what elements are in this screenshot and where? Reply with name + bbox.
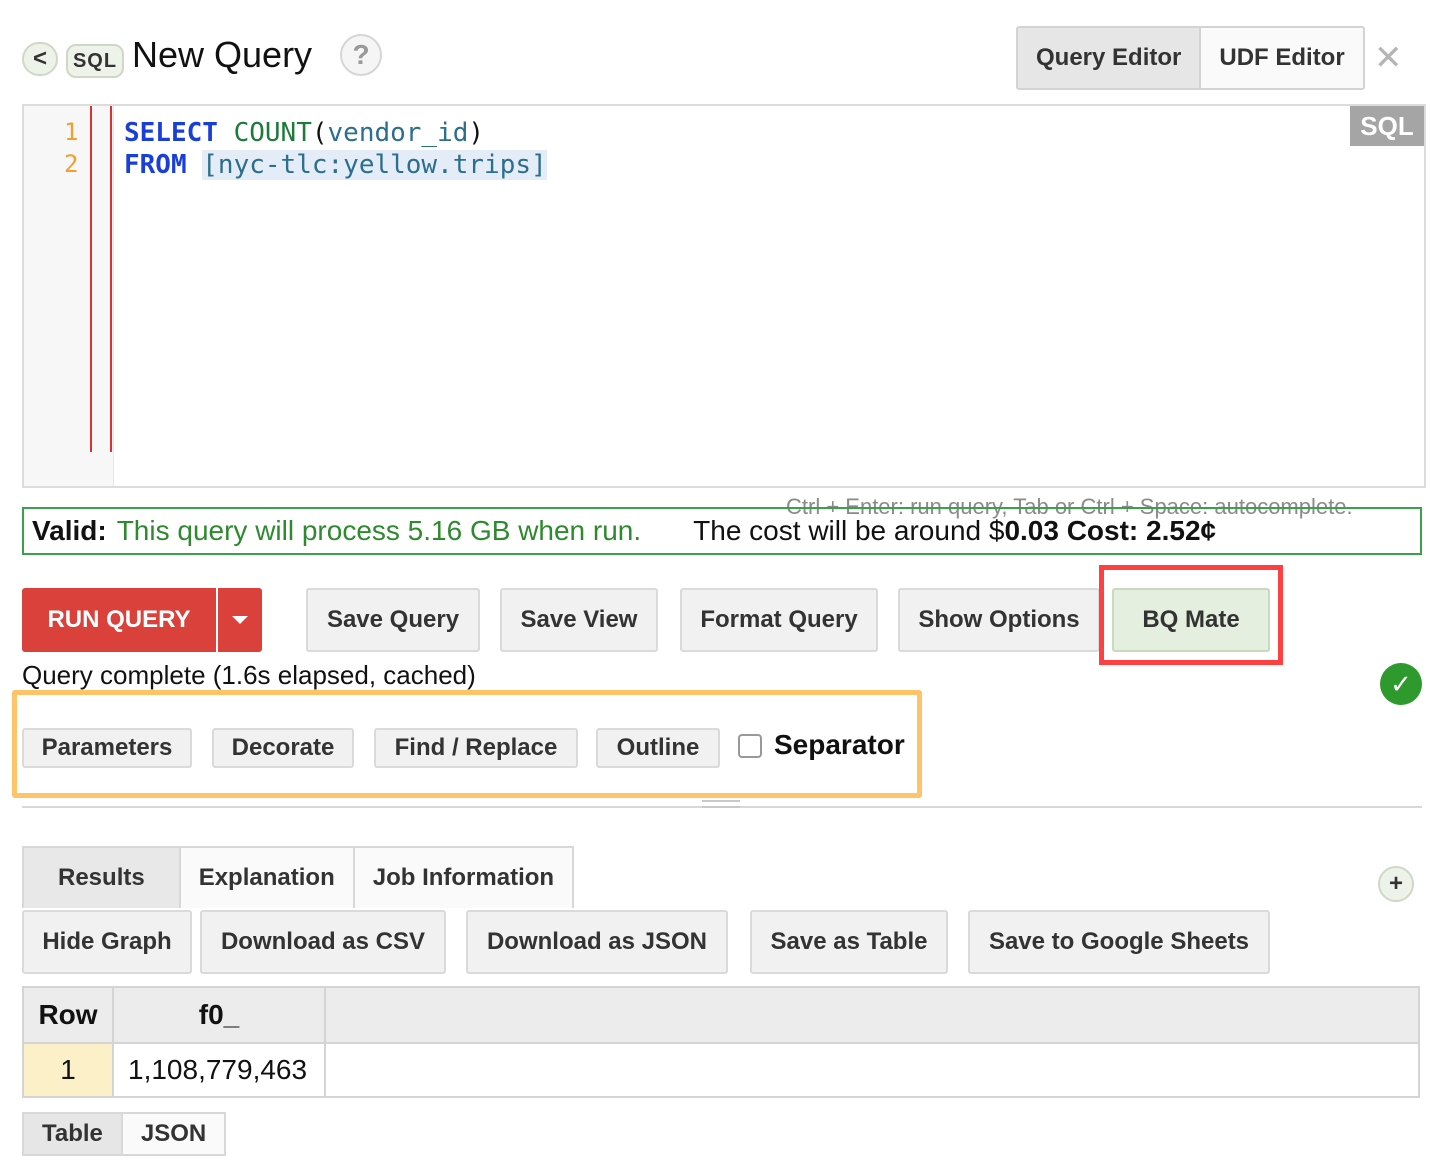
sql-badge: SQL xyxy=(66,44,124,78)
close-icon[interactable]: ✕ xyxy=(1374,38,1403,78)
download-json-button[interactable]: Download as JSON xyxy=(466,910,728,974)
column-header-f0: f0_ xyxy=(112,986,326,1044)
valid-label: Valid: xyxy=(32,515,107,546)
valid-message: This query will process 5.16 GB when run… xyxy=(116,515,642,546)
page-title: New Query xyxy=(132,34,313,75)
tab-udf-editor[interactable]: UDF Editor xyxy=(1201,28,1363,88)
find-replace-button[interactable]: Find / Replace xyxy=(374,728,578,768)
sql-paren: ) xyxy=(468,118,485,148)
tab-table[interactable]: Table xyxy=(24,1114,123,1154)
decorate-button[interactable]: Decorate xyxy=(212,728,354,768)
bq-mate-button[interactable]: BQ Mate xyxy=(1112,588,1270,652)
sql-keyword: FROM xyxy=(124,150,187,180)
language-tag: SQL xyxy=(1350,106,1424,146)
sql-table-reference: [nyc-tlc:yellow.trips] xyxy=(202,150,547,180)
hide-graph-button[interactable]: Hide Graph xyxy=(22,910,192,974)
separator-checkbox[interactable] xyxy=(738,734,762,758)
validation-bar: Valid: This query will process 5.16 GB w… xyxy=(22,507,1422,555)
line-number: 1 xyxy=(64,118,79,146)
show-options-button[interactable]: Show Options xyxy=(898,588,1100,652)
add-icon[interactable]: + xyxy=(1378,866,1414,902)
editor-mode-tabs: Query Editor UDF Editor xyxy=(1016,26,1365,90)
code-line-2[interactable]: FROM [nyc-tlc:yellow.trips] xyxy=(124,150,547,180)
column-header-empty xyxy=(324,986,1420,1044)
tab-json[interactable]: JSON xyxy=(122,1114,225,1154)
tab-query-editor[interactable]: Query Editor xyxy=(1018,28,1202,88)
results-table: Row f0_ 1 1,108,779,463 xyxy=(22,986,1420,1098)
sql-keyword: SELECT xyxy=(124,118,218,148)
help-icon: ? xyxy=(352,39,370,70)
query-status: Query complete (1.6s elapsed, cached) xyxy=(22,660,476,690)
code-line-1[interactable]: SELECT COUNT(vendor_id) xyxy=(124,118,484,148)
table-row: 1 1,108,779,463 xyxy=(22,1042,1420,1098)
row-number-cell: 1 xyxy=(22,1042,114,1098)
save-as-table-button[interactable]: Save as Table xyxy=(750,910,948,974)
column-header-row: Row xyxy=(22,986,114,1044)
back-icon: < xyxy=(32,45,47,72)
empty-cell xyxy=(324,1042,1420,1098)
margin-line xyxy=(110,106,112,452)
resize-handle[interactable] xyxy=(702,800,740,814)
line-gutter: 1 2 xyxy=(24,106,114,486)
tab-results[interactable]: Results xyxy=(24,848,181,908)
query-editor[interactable]: 1 2 SELECT COUNT(vendor_id) FROM [nyc-tl… xyxy=(22,104,1426,488)
margin-line xyxy=(90,106,92,452)
separator-label: Separator xyxy=(774,729,905,760)
results-tabs: Results Explanation Job Information xyxy=(22,846,575,908)
success-check-icon: ✓ xyxy=(1380,663,1422,705)
sql-paren: ( xyxy=(311,118,328,148)
sql-function: COUNT xyxy=(233,118,312,148)
sql-identifier: vendor_id xyxy=(327,118,469,148)
save-to-google-sheets-button[interactable]: Save to Google Sheets xyxy=(968,910,1270,974)
save-view-button[interactable]: Save View xyxy=(500,588,658,652)
cost-value: 0.03 Cost: 2.52¢ xyxy=(1004,515,1217,546)
value-cell: 1,108,779,463 xyxy=(112,1042,326,1098)
chevron-down-icon xyxy=(232,616,248,624)
line-number: 2 xyxy=(64,150,79,178)
cost-prefix: The cost will be around $ xyxy=(693,515,1005,546)
run-options-dropdown[interactable] xyxy=(218,588,262,652)
tab-job-information[interactable]: Job Information xyxy=(354,848,573,908)
run-query-button[interactable]: RUN QUERY xyxy=(22,588,216,652)
cost-estimate: The cost will be around $0.03 Cost: 2.52… xyxy=(693,515,1216,547)
save-query-button[interactable]: Save Query xyxy=(306,588,480,652)
outline-button[interactable]: Outline xyxy=(596,728,720,768)
format-query-button[interactable]: Format Query xyxy=(680,588,878,652)
parameters-button[interactable]: Parameters xyxy=(22,728,192,768)
help-button[interactable]: ? xyxy=(340,34,382,76)
table-header-row: Row f0_ xyxy=(22,986,1420,1044)
tab-explanation[interactable]: Explanation xyxy=(180,848,355,908)
back-button[interactable]: < xyxy=(22,42,58,76)
view-tabs: Table JSON xyxy=(22,1112,227,1156)
download-csv-button[interactable]: Download as CSV xyxy=(200,910,446,974)
